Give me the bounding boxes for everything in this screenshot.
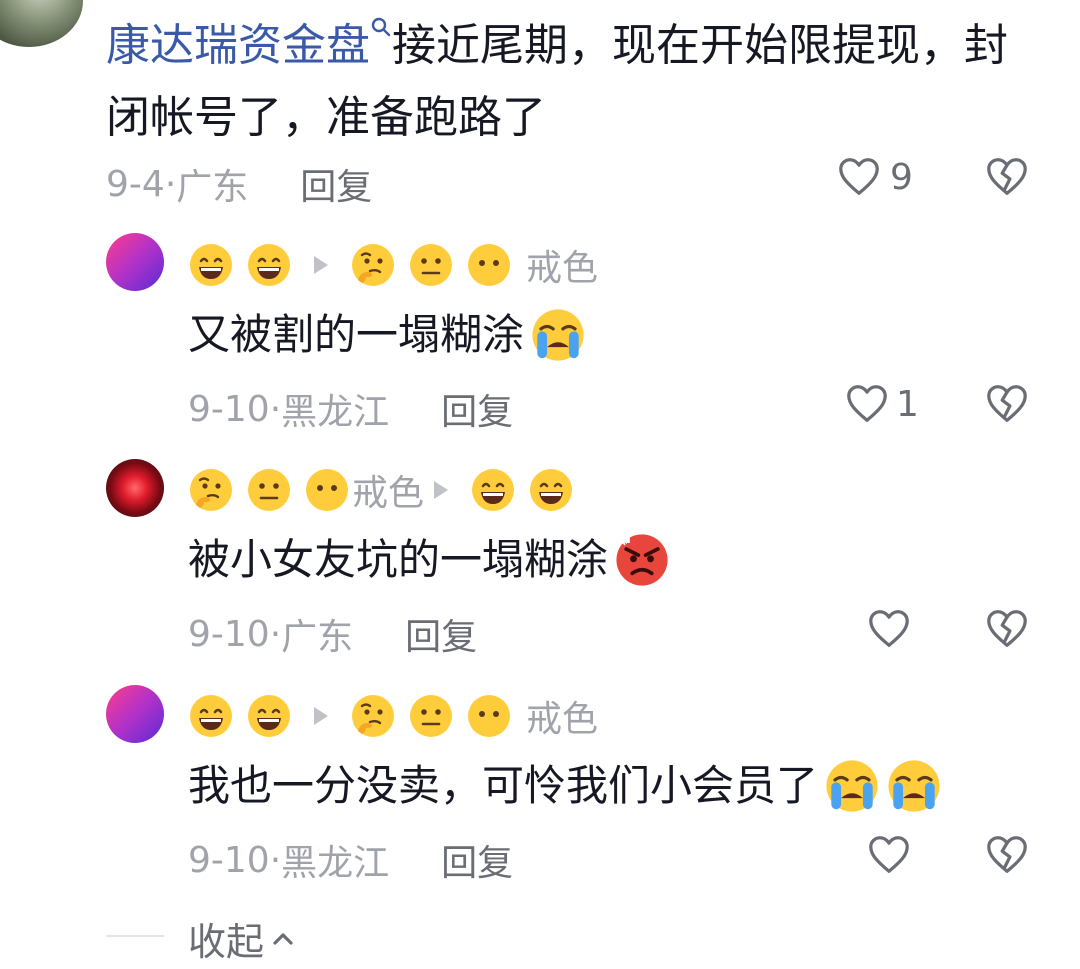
grinning-emoji (188, 242, 234, 288)
reply-header: 戒色 (188, 691, 598, 741)
reply-meta: 9-10 · 广东 回复 (188, 608, 477, 660)
neutral-face-emoji (246, 467, 292, 513)
reply-body: 被小女友坑的一塌糊涂 (188, 535, 609, 584)
broken-heart-icon (984, 154, 1030, 200)
reply-text: 我也一分没卖，可怜我们小会员了 (188, 758, 942, 814)
meta-dot: · (164, 163, 177, 205)
grinning-emoji (246, 242, 292, 288)
dislike-button[interactable] (984, 154, 1030, 200)
reply-date: 9-10 (188, 388, 270, 430)
reply-text: 又被割的一塌糊涂 (188, 307, 586, 363)
neutral-face-emoji (408, 693, 454, 739)
like-button[interactable] (866, 606, 912, 652)
chevron-up-icon (273, 932, 293, 945)
broken-heart-icon (984, 381, 1030, 427)
reply-location: 黑龙江 (281, 843, 390, 884)
crying-emoji (824, 758, 880, 814)
thinking-emoji (350, 242, 396, 288)
reply-location: 广东 (281, 617, 354, 658)
no-mouth-emoji (466, 693, 512, 739)
reply-meta: 9-10 · 黑龙江 回复 (188, 383, 513, 435)
crying-emoji (530, 307, 586, 363)
collapse-button[interactable]: 收起 (188, 911, 296, 966)
reply-location: 黑龙江 (281, 392, 390, 433)
reply-date: 9-10 (188, 839, 270, 881)
meta-dot: · (269, 613, 282, 655)
reply-arrow-icon (314, 256, 328, 274)
grinning-emoji (528, 467, 574, 513)
avatar[interactable] (106, 459, 164, 517)
dislike-button[interactable] (984, 606, 1030, 652)
reply-arrow-icon (434, 481, 449, 499)
like-button[interactable]: 1 (844, 381, 919, 427)
thinking-emoji (350, 693, 396, 739)
reply-date: 9-10 (188, 613, 270, 655)
grinning-emoji (470, 467, 516, 513)
comment-date: 9-4 (106, 163, 165, 205)
no-mouth-emoji (466, 242, 512, 288)
divider (106, 935, 164, 937)
dislike-button[interactable] (984, 381, 1030, 427)
meta-dot: · (269, 388, 282, 430)
avatar[interactable] (106, 685, 164, 743)
no-mouth-emoji (304, 467, 350, 513)
comment-location: 广东 (176, 167, 249, 208)
reply-button[interactable]: 回复 (441, 834, 513, 886)
broken-heart-icon (984, 606, 1030, 652)
username-tag[interactable]: 戒色 (526, 690, 598, 742)
crying-emoji (886, 758, 942, 814)
username-link[interactable]: 康达瑞资金盘 (106, 20, 370, 71)
grinning-emoji (188, 693, 234, 739)
grinning-emoji (246, 693, 292, 739)
username-tag[interactable]: 戒色 (352, 464, 424, 516)
reply-header: 戒色 (188, 240, 598, 290)
comment-meta: 9-4 · 广东 回复 (106, 158, 372, 210)
username-tag[interactable]: 戒色 (526, 239, 598, 291)
reply-button[interactable]: 回复 (405, 608, 477, 660)
reply-button[interactable]: 回复 (441, 383, 513, 435)
reply-arrow-icon (314, 707, 328, 725)
heart-icon (866, 832, 912, 878)
broken-heart-icon (984, 832, 1030, 878)
reply-meta: 9-10 · 黑龙江 回复 (188, 834, 513, 886)
avatar[interactable] (0, 0, 83, 47)
like-count: 9 (890, 156, 913, 198)
search-icon[interactable] (370, 16, 392, 38)
like-button[interactable] (866, 832, 912, 878)
like-button[interactable]: 9 (836, 154, 913, 200)
reply-header: 戒色 (188, 465, 586, 515)
reply-body: 又被割的一塌糊涂 (188, 310, 525, 359)
heart-icon (836, 154, 882, 200)
reply-body: 我也一分没卖，可怜我们小会员了 (188, 761, 819, 810)
reply-button[interactable]: 回复 (300, 158, 372, 210)
collapse-label: 收起 (188, 920, 265, 964)
heart-icon (866, 606, 912, 652)
avatar[interactable] (106, 233, 164, 291)
heart-icon (844, 381, 890, 427)
comment-text: 康达瑞资金盘 接近尾期，现在开始限提现，封闭帐号了，准备跑路了 (106, 10, 1046, 154)
meta-dot: · (269, 839, 282, 881)
reply-text: 被小女友坑的一塌糊涂 (188, 532, 670, 588)
like-count: 1 (896, 383, 919, 425)
angry-emoji (614, 532, 670, 588)
thinking-emoji (188, 467, 234, 513)
neutral-face-emoji (408, 242, 454, 288)
dislike-button[interactable] (984, 832, 1030, 878)
